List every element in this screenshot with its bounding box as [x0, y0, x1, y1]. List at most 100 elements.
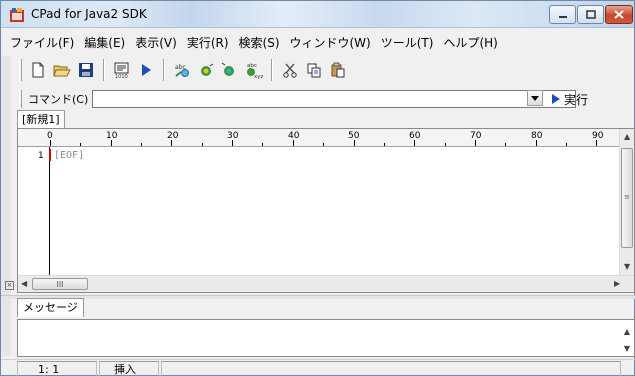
ruler-label: 90 — [592, 131, 604, 141]
svg-text:abc: abc — [247, 63, 257, 69]
run-arrow-icon — [552, 94, 560, 104]
ruler-tick — [323, 143, 325, 146]
ruler-tick — [292, 140, 294, 146]
ruler-tick — [50, 140, 51, 146]
window-title: CPad for Java2 SDK — [31, 7, 147, 21]
message-panel-close-icon[interactable]: × — [5, 281, 14, 290]
grip-icon: ≡ — [624, 193, 630, 201]
menu-bar: ファイル(F) 編集(E) 表示(V) 実行(R) 検索(S) ウィンドウ(W)… — [5, 32, 503, 54]
find-prev-icon — [221, 62, 234, 76]
ruler-tick — [383, 143, 385, 146]
insert-mode: 挿入 — [99, 360, 159, 376]
scroll-up-icon[interactable]: ▲ — [624, 132, 630, 141]
close-button[interactable] — [605, 5, 633, 24]
command-bar-grip[interactable] — [19, 90, 22, 108]
ruler-tick — [474, 140, 476, 146]
line-number: 1 — [38, 151, 44, 161]
menu-run[interactable]: 実行(R) — [182, 32, 234, 54]
tab-new1[interactable]: [新規1] — [17, 110, 65, 128]
minimize-icon — [558, 15, 567, 18]
toolbar-grip[interactable] — [19, 59, 22, 81]
chevron-down-icon — [531, 95, 539, 101]
find-icon: abc — [175, 64, 189, 77]
run-icon — [142, 64, 151, 76]
maximize-button[interactable] — [577, 5, 604, 24]
open-folder-icon — [53, 65, 71, 77]
ruler-tick — [444, 143, 446, 146]
run-button[interactable] — [134, 58, 158, 82]
command-run-label: 実行 — [564, 92, 589, 107]
ruler-tick — [201, 143, 203, 146]
eof-marker: [EOF] — [54, 150, 85, 161]
cpad-app-icon — [10, 8, 24, 22]
menu-tools[interactable]: ツール(T) — [376, 32, 439, 54]
ruler-label: 80 — [531, 131, 543, 141]
find-button[interactable]: abc — [170, 58, 194, 82]
message-tab-bar: メッセージ — [17, 298, 84, 317]
vertical-scroll-thumb[interactable]: ≡ — [621, 148, 633, 248]
vertical-scrollbar[interactable]: ▲ ≡ ▼ — [619, 129, 634, 275]
status-bar: 1: 1 挿入 — [1, 359, 635, 376]
ruler-tick — [414, 140, 416, 146]
left-edge — [1, 56, 11, 356]
panel-splitter[interactable] — [1, 295, 635, 299]
title-bar[interactable]: CPad for Java2 SDK — [1, 1, 634, 28]
ruler-tick — [171, 140, 173, 146]
maximize-icon — [585, 10, 596, 19]
horizontal-scroll-thumb[interactable]: III — [32, 278, 88, 290]
message-output[interactable]: ▲ ▼ — [17, 319, 635, 357]
gutter-divider — [49, 147, 50, 275]
status-message — [161, 360, 621, 376]
minimize-button[interactable] — [549, 5, 576, 24]
ruler-tick — [596, 140, 598, 146]
scroll-left-icon[interactable]: ◀ — [21, 279, 27, 288]
menu-view[interactable]: 表示(V) — [130, 32, 182, 54]
menu-window[interactable]: ウィンドウ(W) — [285, 32, 376, 54]
ruler-tick — [262, 143, 264, 146]
command-input[interactable] — [92, 90, 577, 108]
menu-help[interactable]: ヘルプ(H) — [438, 32, 502, 54]
paste-button[interactable] — [326, 58, 350, 82]
open-file-button[interactable] — [50, 58, 74, 82]
scroll-up-icon[interactable]: ▲ — [624, 327, 630, 336]
menu-file[interactable]: ファイル(F) — [5, 32, 79, 54]
hscroll-grip: III — [56, 279, 64, 289]
scroll-down-icon[interactable]: ▼ — [624, 262, 630, 271]
text-cursor — [49, 149, 51, 161]
new-file-button[interactable] — [26, 58, 50, 82]
cursor-position: 1: 1 — [17, 360, 97, 376]
command-bar: コマンド(C) 実行 — [17, 89, 635, 109]
tab-messages[interactable]: メッセージ — [17, 298, 84, 317]
app-window: CPad for Java2 SDK ファイル(F) 編集(E) 表示(V) 実… — [0, 0, 635, 376]
replace-button[interactable]: abc xyz — [242, 58, 266, 82]
ruler-tick — [110, 140, 112, 146]
ruler-tick — [80, 143, 82, 146]
ruler-label: 10 — [106, 131, 118, 141]
command-run-button[interactable]: 実行 — [551, 89, 588, 109]
cut-button[interactable] — [278, 58, 302, 82]
scroll-right-icon[interactable]: ▶ — [614, 279, 620, 288]
column-ruler: 0 10 20 30 40 50 60 70 80 90 — [18, 129, 620, 147]
horizontal-scrollbar[interactable]: ◀ III ▶ — [18, 275, 634, 292]
compile-button[interactable]: 1010 — [110, 58, 134, 82]
find-prev-button[interactable] — [218, 58, 242, 82]
ruler-tick — [141, 143, 143, 146]
menu-edit[interactable]: 編集(E) — [79, 32, 130, 54]
save-icon — [79, 63, 93, 77]
svg-text:1010: 1010 — [115, 74, 128, 79]
ruler-tick — [232, 140, 234, 146]
scroll-down-icon[interactable]: ▼ — [624, 344, 630, 353]
command-label: コマンド(C) — [28, 93, 89, 106]
replace-icon: abc xyz — [247, 63, 264, 79]
save-button[interactable] — [74, 58, 98, 82]
find-next-button[interactable] — [194, 58, 218, 82]
cut-icon — [283, 63, 297, 78]
toolbar-separator — [103, 59, 105, 81]
editor-pane[interactable]: 0 10 20 30 40 50 60 70 80 90 1 [EOF] ▲ ≡… — [17, 128, 635, 293]
svg-text:xyz: xyz — [254, 74, 264, 79]
command-dropdown-button[interactable] — [527, 90, 543, 106]
find-next-icon — [201, 63, 214, 76]
compile-icon: 1010 — [114, 62, 129, 79]
menu-search[interactable]: 検索(S) — [234, 32, 285, 54]
copy-button[interactable] — [302, 58, 326, 82]
